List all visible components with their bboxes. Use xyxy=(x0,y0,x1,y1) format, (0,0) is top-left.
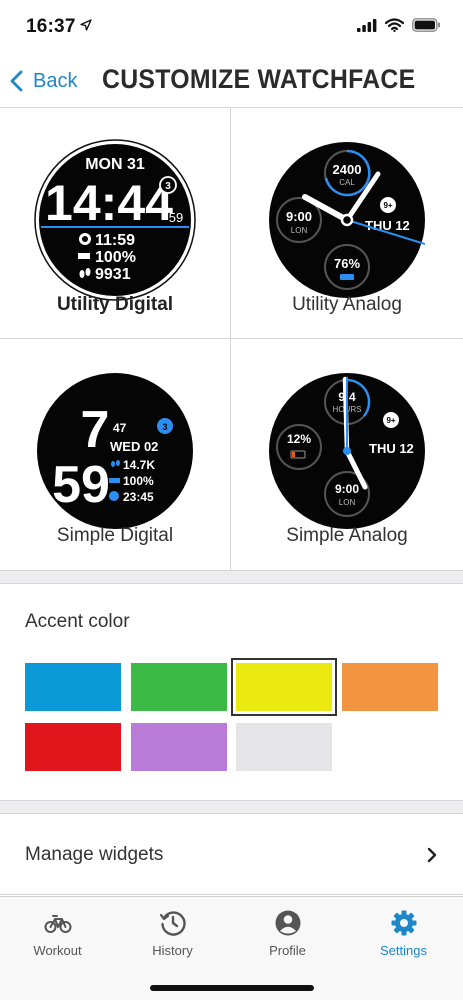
wf0-steps-icon xyxy=(79,270,85,278)
wf1-battery-icon xyxy=(340,274,354,280)
wf0-row1: 11:59 xyxy=(95,232,135,249)
wf0-row3: 9931 xyxy=(95,266,131,283)
status-time: 16:37 xyxy=(26,16,76,37)
accent-swatch-green[interactable] xyxy=(131,663,227,711)
wf3-bottom-unit: LON xyxy=(339,498,356,507)
wf2-battery-icon xyxy=(109,478,120,483)
accent-swatch-light-gray[interactable] xyxy=(236,723,332,771)
accent-swatch-blue[interactable] xyxy=(25,663,121,711)
wf2-badge-count: 3 xyxy=(162,422,167,432)
wf3-left-value: 12% xyxy=(287,432,311,446)
watchface-label: Simple Digital xyxy=(56,525,174,546)
wf2-row2: 100% xyxy=(123,474,154,488)
page-title: CUSTOMIZE WATCHFACE xyxy=(102,64,416,94)
wf0-time: 14:44 xyxy=(45,175,173,231)
wf0-battery-icon xyxy=(78,253,90,259)
wf1-right-text: THU 12 xyxy=(365,218,410,233)
accent-color-title: Accent color xyxy=(25,611,130,632)
accent-swatch-red[interactable] xyxy=(25,723,121,771)
wf1-top-unit: CAL xyxy=(339,178,355,187)
tab-settings[interactable]: Settings xyxy=(346,897,461,977)
wf2-minute: 59 xyxy=(52,456,110,514)
wf2-row1: 14.7K xyxy=(123,458,155,472)
wf2-row3: 23:45 xyxy=(123,490,154,504)
status-bar: 16:37 xyxy=(0,0,463,56)
tab-profile[interactable]: Profile xyxy=(230,897,345,977)
cellular-signal-icon xyxy=(357,18,377,32)
watchface-option-simple-digital[interactable]: 7 59 47 3 WED 02 14.7K 100% 23:45 Simple… xyxy=(0,339,231,570)
wf1-left-value: 9:00 xyxy=(286,209,312,224)
accent-swatch-orange[interactable] xyxy=(342,663,438,711)
tab-label: Settings xyxy=(380,943,427,958)
gear-icon xyxy=(391,910,416,936)
wf1-bottom-value: 76% xyxy=(334,256,360,271)
accent-swatch-purple[interactable] xyxy=(131,723,227,771)
back-button[interactable]: Back xyxy=(10,66,77,96)
utility-digital-watchface-preview: MON 31 14:44 59 3 11:59 100% 9931 xyxy=(34,139,196,301)
accent-swatch-yellow[interactable] xyxy=(236,663,332,711)
wf3-badge-count: 9+ xyxy=(386,416,395,425)
wf2-steps-icon xyxy=(111,461,115,467)
person-icon xyxy=(275,910,300,936)
home-indicator xyxy=(150,985,314,991)
wf0-badge-count: 3 xyxy=(165,181,171,192)
manage-widgets-row[interactable]: Manage widgets xyxy=(0,815,463,895)
wf1-left-unit: LON xyxy=(291,226,308,235)
manage-widgets-label: Manage widgets xyxy=(25,844,164,865)
utility-analog-watchface-preview: 2400 CAL 9:00 LON 76% THU 12 9+ xyxy=(269,142,426,298)
watchface-grid: MON 31 14:44 59 3 11:59 100% 9931 Utilit… xyxy=(0,108,463,570)
simple-digital-watchface-preview: 7 59 47 3 WED 02 14.7K 100% 23:45 xyxy=(37,373,193,529)
wf0-seconds: 59 xyxy=(169,210,183,225)
back-label: Back xyxy=(33,69,78,92)
tab-workout[interactable]: Workout xyxy=(0,897,115,977)
clock-history-icon xyxy=(159,911,186,936)
wf2-date: WED 02 xyxy=(110,439,158,454)
watchface-label: Utility Analog xyxy=(292,294,402,315)
wf2-hour: 7 xyxy=(81,401,110,459)
wf3-right-text: THU 12 xyxy=(369,441,414,456)
battery-icon xyxy=(412,18,440,32)
chevron-left-icon xyxy=(10,70,23,92)
wf0-row2: 100% xyxy=(95,249,136,266)
wf0-date: MON 31 xyxy=(85,156,145,173)
section-divider xyxy=(0,570,463,584)
tab-label: Workout xyxy=(33,943,82,958)
watchface-label: Utility Digital xyxy=(56,294,174,315)
section-divider xyxy=(0,800,463,814)
wf2-globe-icon xyxy=(109,491,119,501)
wf3-bottom-value: 9:00 xyxy=(335,482,359,496)
tab-label: Profile xyxy=(269,943,306,958)
watchface-option-utility-digital[interactable]: MON 31 14:44 59 3 11:59 100% 9931 Utilit… xyxy=(0,108,231,339)
watchface-label: Simple Analog xyxy=(286,525,408,546)
watchface-option-simple-analog[interactable]: 9:4 HOURS 12% 9:00 LON THU 12 9+ Simple … xyxy=(231,339,463,570)
bicycle-icon xyxy=(44,915,71,933)
chevron-right-icon xyxy=(427,847,437,863)
wf2-seconds: 47 xyxy=(113,421,127,435)
wifi-icon xyxy=(385,18,404,32)
nav-bar: Back CUSTOMIZE WATCHFACE xyxy=(0,56,463,108)
watchface-option-utility-analog[interactable]: 2400 CAL 9:00 LON 76% THU 12 9+ Utility … xyxy=(231,108,463,339)
simple-analog-watchface-preview: 9:4 HOURS 12% 9:00 LON THU 12 9+ xyxy=(269,373,425,529)
wf1-badge-count: 9+ xyxy=(383,201,392,210)
wf1-top-value: 2400 xyxy=(333,162,362,177)
location-arrow-icon xyxy=(80,19,92,31)
tab-history[interactable]: History xyxy=(115,897,230,977)
tab-label: History xyxy=(152,943,193,958)
